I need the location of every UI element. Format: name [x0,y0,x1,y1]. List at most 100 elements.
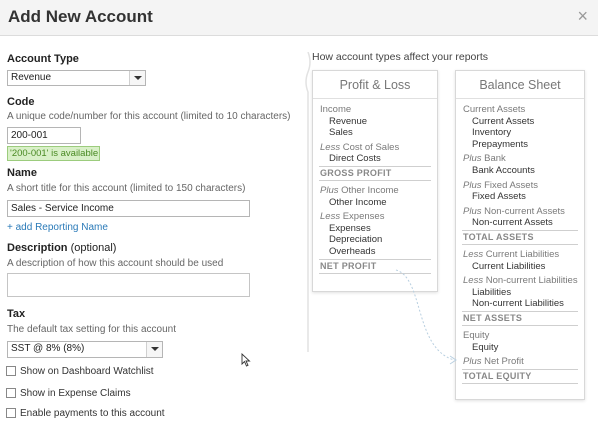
balance-sheet-row: TOTAL EQUITY [463,371,532,381]
balance-sheet-row-text: NET ASSETS [463,313,523,323]
profit-loss-row: Revenue [329,116,367,127]
add-account-dialog: Add New Account × Account Type Revenue C… [0,0,598,426]
balance-sheet-row-text: TOTAL EQUITY [463,370,532,381]
balance-sheet-row-text: Net Profit [484,356,524,368]
balance-sheet-row: Plus Non-current Assets [463,206,565,217]
balance-sheet-row-text: Current Liabilities [472,260,546,272]
code-label: Code [7,96,35,108]
balance-sheet-row-text: Equity [463,330,490,341]
enable-payments-label[interactable]: Enable payments to this account [20,408,165,419]
balance-sheet-row-text: Bank [484,153,506,165]
balance-sheet-row: Liabilities [472,287,511,298]
name-input[interactable]: Sales - Service Income [7,200,250,217]
add-reporting-name-link[interactable]: + add Reporting Name [7,222,108,233]
profit-loss-row-text: Expenses [329,222,371,234]
profit-loss-title: Profit & Loss [313,71,437,99]
tax-hint: The default tax setting for this account [7,324,176,335]
expense-claims-label[interactable]: Show in Expense Claims [20,388,131,399]
balance-sheet-section-rule [462,311,578,312]
profit-loss-row: NET PROFIT [320,261,377,271]
balance-sheet-row: TOTAL ASSETS [463,232,534,242]
balance-sheet-row-text: TOTAL ASSETS [463,232,534,242]
dialog-header: Add New Account × [0,0,598,36]
profit-loss-row-text: Other Income [341,185,399,196]
balance-sheet-row-qualifier: Plus [463,356,485,368]
balance-sheet-row-qualifier: Plus [463,179,485,191]
balance-sheet-row: Bank Accounts [472,165,535,176]
balance-sheet-row-text: Current Liabilities [485,249,560,260]
description-textarea[interactable] [7,273,250,297]
balance-sheet-row-text: Current Assets [463,104,526,115]
tax-label: Tax [7,308,26,320]
account-type-select[interactable]: Revenue [7,70,146,86]
profit-loss-row: Other Income [329,197,387,208]
balance-sheet-row: Less Current Liabilities [463,249,559,260]
reports-panel-title: How account types affect your reports [312,51,489,63]
profit-loss-section-rule [319,180,431,181]
profit-loss-row: Overheads [329,246,375,257]
net-profit-connector [395,269,457,365]
balance-sheet-row: Less Non-current Liabilities [463,275,578,286]
balance-sheet-row-text: Current Assets [472,115,535,127]
description-hint: A description of how this account should… [7,258,224,269]
code-input[interactable]: 200-001 [7,127,81,144]
profit-loss-row: Less Cost of Sales [320,142,399,153]
profit-loss-row-qualifier: Less [320,141,343,153]
profit-loss-row-text: Revenue [329,115,368,127]
tax-select[interactable]: SST @ 8% (8%) [7,341,163,358]
profit-loss-row: Direct Costs [329,153,381,164]
balance-sheet-row-qualifier: Less [463,275,486,287]
dashboard-watchlist-checkbox[interactable] [6,366,16,376]
balance-sheet-row: Prepayments [472,139,528,150]
balance-sheet-section-rule [462,368,578,370]
close-icon[interactable]: × [577,6,588,27]
expense-claims-checkbox[interactable] [6,388,16,398]
balance-sheet-section-rule [462,382,578,384]
profit-loss-section-rule [319,166,431,167]
balance-sheet-row-text: Non-current Liabilities [485,275,578,287]
balance-sheet-section-rule [462,244,578,245]
balance-sheet-row-text: Non-current Assets [484,205,565,217]
mouse-cursor-icon [241,353,251,367]
balance-sheet-section-rule [462,325,578,326]
profit-loss-section-rule [319,258,431,260]
name-label: Name [7,167,37,179]
balance-sheet-row-qualifier: Plus [463,205,485,217]
balance-sheet-row-text: Fixed Assets [484,179,538,191]
dashboard-watchlist-label[interactable]: Show on Dashboard Watchlist [20,366,154,377]
profit-loss-row-text: NET PROFIT [320,260,377,271]
profit-loss-row-text: Depreciation [329,234,383,246]
balance-sheet-row-text: Inventory [472,127,512,139]
enable-payments-checkbox[interactable] [6,408,16,418]
balance-sheet-row: Equity [472,342,498,353]
profit-loss-row-qualifier: Less [320,211,343,223]
balance-sheet-row: NET ASSETS [463,313,522,323]
name-hint: A short title for this account (limited … [7,183,246,194]
profit-loss-row: Plus Other Income [320,185,399,196]
balance-sheet-row-text: Bank Accounts [472,165,535,176]
description-label-text: Description [7,242,68,254]
balance-sheet-row: Equity [463,330,489,341]
balance-sheet-title: Balance Sheet [456,71,584,99]
description-label: Description (optional) [7,242,116,254]
balance-sheet-row-qualifier: Less [463,249,486,260]
profit-loss-row-text: Direct Costs [329,153,381,165]
balance-sheet-row: Non-current Assets [472,217,553,228]
divider-tear [305,52,311,352]
dialog-title: Add New Account [8,7,153,26]
balance-sheet-row-text: Liabilities [472,286,512,298]
balance-sheet-row-qualifier: Plus [463,153,485,165]
profit-loss-row: Income [320,104,351,115]
description-optional: (optional) [70,242,117,254]
code-hint: A unique code/number for this account (l… [7,111,291,122]
balance-sheet-card: Balance Sheet Current Assets Current Asse… [455,70,585,400]
balance-sheet-row: Plus Fixed Assets [463,180,538,191]
profit-loss-row-text: Other Income [329,196,387,208]
profit-loss-row: GROSS PROFIT [320,168,392,178]
profit-loss-row-text: Sales [329,127,353,139]
profit-loss-row: Expenses [329,223,371,234]
balance-sheet-row: Fixed Assets [472,191,526,202]
code-availability-badge: '200-001' is available [7,146,100,161]
balance-sheet-section-rule [462,230,578,231]
balance-sheet-row: Current Assets [472,116,534,127]
